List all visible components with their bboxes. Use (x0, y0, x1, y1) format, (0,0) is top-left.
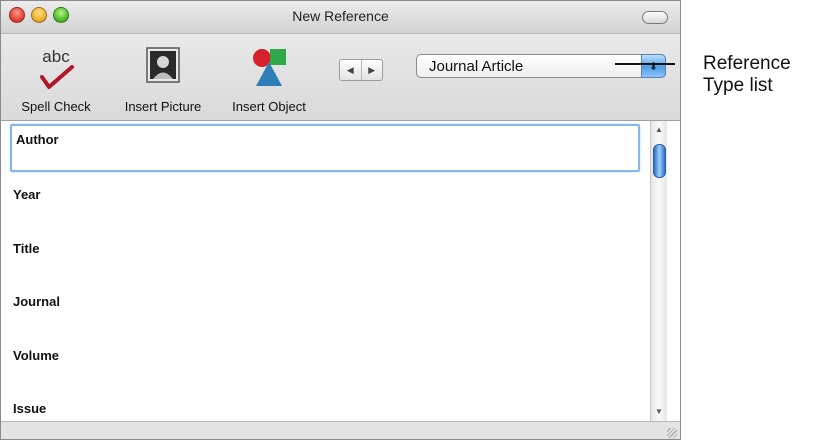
spell-check-icon: abc (40, 47, 74, 89)
spell-check-label: Spell Check (21, 99, 91, 114)
portrait-picture-icon (146, 47, 180, 83)
spell-check-icon-text: abc (42, 47, 70, 66)
scroll-down-icon[interactable]: ▼ (651, 405, 667, 419)
previous-record-button[interactable]: ◀ (340, 60, 361, 80)
volume-label: Volume (13, 348, 59, 363)
toolbar-toggle-button[interactable] (642, 11, 668, 24)
status-bar (1, 421, 680, 439)
spell-check-button[interactable]: abc Spell Check (11, 44, 101, 114)
journal-field[interactable]: Journal (13, 294, 641, 309)
new-reference-window: New Reference abc Spell Check Insert Pic… (0, 0, 681, 440)
issue-field[interactable]: Issue (13, 401, 641, 416)
vertical-scrollbar[interactable]: ▲ ▼ (650, 121, 667, 421)
insert-picture-label: Insert Picture (124, 99, 202, 114)
insert-picture-button[interactable]: Insert Picture (113, 44, 213, 114)
reference-type-callout: Reference Type list (703, 53, 791, 97)
journal-label: Journal (13, 294, 60, 309)
issue-label: Issue (13, 401, 47, 416)
title-label: Title (13, 241, 40, 256)
reference-type-select[interactable]: Journal Article ⬍ (416, 54, 666, 78)
insert-object-button[interactable]: Insert Object (219, 44, 319, 114)
author-field[interactable]: Author (10, 124, 640, 172)
author-label: Author (16, 132, 59, 147)
callout-line-1: Reference (703, 53, 791, 74)
callout-line-2: Type list (703, 75, 773, 96)
insert-object-label: Insert Object (232, 99, 306, 114)
reference-type-value: Journal Article (429, 58, 524, 75)
title-bar: New Reference (1, 1, 680, 34)
window-title: New Reference (292, 8, 389, 24)
scroll-up-icon[interactable]: ▲ (651, 123, 667, 137)
shapes-object-icon (253, 49, 286, 86)
title-field[interactable]: Title (13, 241, 641, 256)
year-field[interactable]: Year (13, 187, 641, 202)
reference-fields: Author Year Title Journal Volume Issue (1, 121, 649, 421)
toolbar: abc Spell Check Insert Picture Insert Ob… (1, 34, 680, 121)
record-navigation: ◀ ▶ (339, 59, 383, 81)
volume-field[interactable]: Volume (13, 348, 641, 363)
scroll-thumb[interactable] (653, 144, 666, 178)
resize-grip-icon[interactable] (667, 428, 677, 438)
year-label: Year (13, 187, 41, 202)
callout-line (615, 63, 675, 65)
select-arrows-icon: ⬍ (641, 54, 666, 78)
next-record-button[interactable]: ▶ (360, 60, 383, 80)
